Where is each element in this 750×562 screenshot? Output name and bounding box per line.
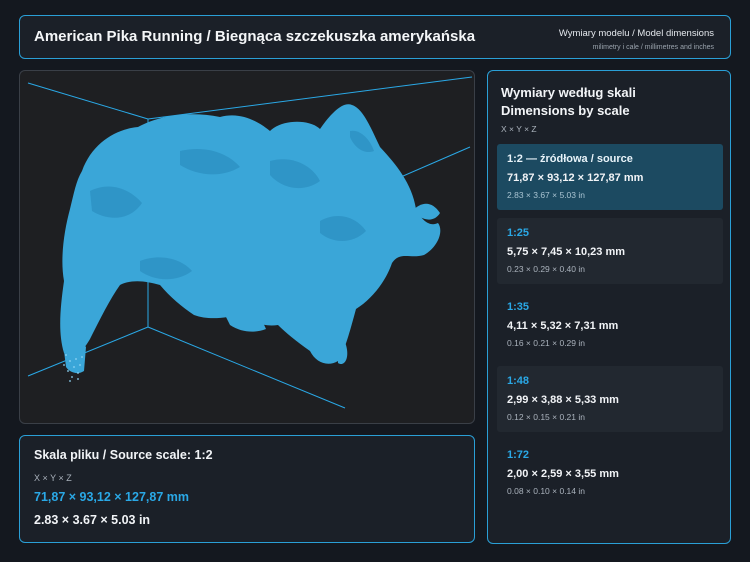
model-viewport[interactable] (19, 70, 475, 424)
header-bar: American Pika Running / Biegnąca szczeku… (19, 15, 731, 59)
scale-dimensions-mm: 2,00 × 2,59 × 3,55 mm (507, 468, 619, 480)
scale-list-panel: Wymiary według skali Dimensions by scale… (487, 70, 731, 544)
scale-ratio: 1:25 (507, 227, 530, 239)
scale-dimensions-mm: 5,75 × 7,45 × 10,23 mm (507, 246, 626, 258)
source-scale-title: Skala pliku / Source scale: 1:2 (34, 448, 213, 462)
scale-card-1-48[interactable]: 1:48 2,99 × 3,88 × 5,33 mm 0.12 × 0.15 ×… (497, 366, 723, 432)
scale-list-title-pl: Wymiary według skali (501, 85, 636, 100)
scale-list-title: Wymiary według skali Dimensions by scale (501, 84, 636, 120)
dimensions-heading: Wymiary modelu / Model dimensions (558, 28, 714, 39)
dimensions-subheading: milimetry i cale / millimetres and inche… (592, 44, 714, 51)
scale-dimensions-mm: 71,87 × 93,12 × 127,87 mm (507, 172, 644, 184)
scale-ratio: 1:35 (507, 301, 530, 313)
scale-dimensions-inches: 0.23 × 0.29 × 0.40 in (507, 264, 585, 274)
scale-dimensions-inches: 2.83 × 3.67 × 5.03 in (507, 190, 585, 200)
source-dimensions-mm: 71,87 × 93,12 × 127,87 mm (34, 490, 189, 504)
scale-card-1-25[interactable]: 1:25 5,75 × 7,45 × 10,23 mm 0.23 × 0.29 … (497, 218, 723, 284)
scale-card-1-35[interactable]: 1:35 4,11 × 5,32 × 7,31 mm 0.16 × 0.21 ×… (497, 292, 723, 358)
source-dimensions-inches: 2.83 × 3.67 × 5.03 in (34, 513, 151, 527)
scale-ratio: 1:72 (507, 449, 530, 461)
scale-list-title-en: Dimensions by scale (501, 103, 630, 118)
page-title: American Pika Running / Biegnąca szczeku… (34, 28, 476, 45)
scale-dimensions-mm: 4,11 × 5,32 × 7,31 mm (507, 320, 619, 332)
scale-dimensions-inches: 0.12 × 0.15 × 0.21 in (507, 412, 585, 422)
scale-axes-label: X × Y × Z (501, 124, 537, 134)
scale-dimensions-inches: 0.16 × 0.21 × 0.29 in (507, 338, 585, 348)
scale-dimensions-mm: 2,99 × 3,88 × 5,33 mm (507, 394, 619, 406)
scale-ratio: 1:2 — źródłowa / source (507, 153, 633, 165)
pika-model (60, 104, 441, 374)
scale-ratio: 1:48 (507, 375, 530, 387)
source-axes-label: X × Y × Z (34, 473, 72, 483)
scale-card-1-72[interactable]: 1:72 2,00 × 2,59 × 3,55 mm 0.08 × 0.10 ×… (497, 440, 723, 506)
scale-dimensions-inches: 0.08 × 0.10 × 0.14 in (507, 486, 585, 496)
scale-card-1-2[interactable]: 1:2 — źródłowa / source 71,87 × 93,12 × … (497, 144, 723, 210)
source-scale-panel: Skala pliku / Source scale: 1:2 X × Y × … (19, 435, 475, 543)
viewport-canvas (27, 76, 473, 409)
